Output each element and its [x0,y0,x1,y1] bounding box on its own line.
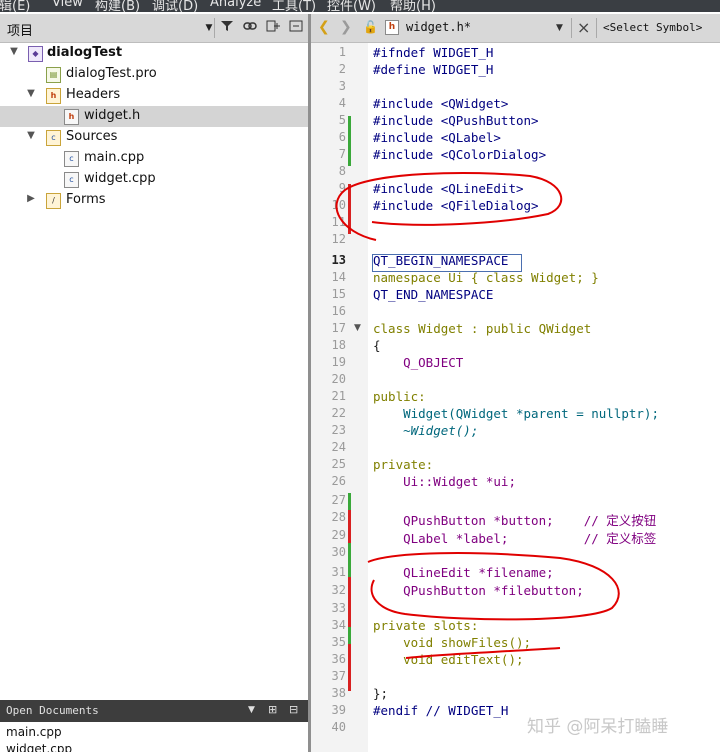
red-annotation-marks [335,171,620,659]
watermark-text: 知乎 @阿呆打瞌睡 [527,717,669,737]
